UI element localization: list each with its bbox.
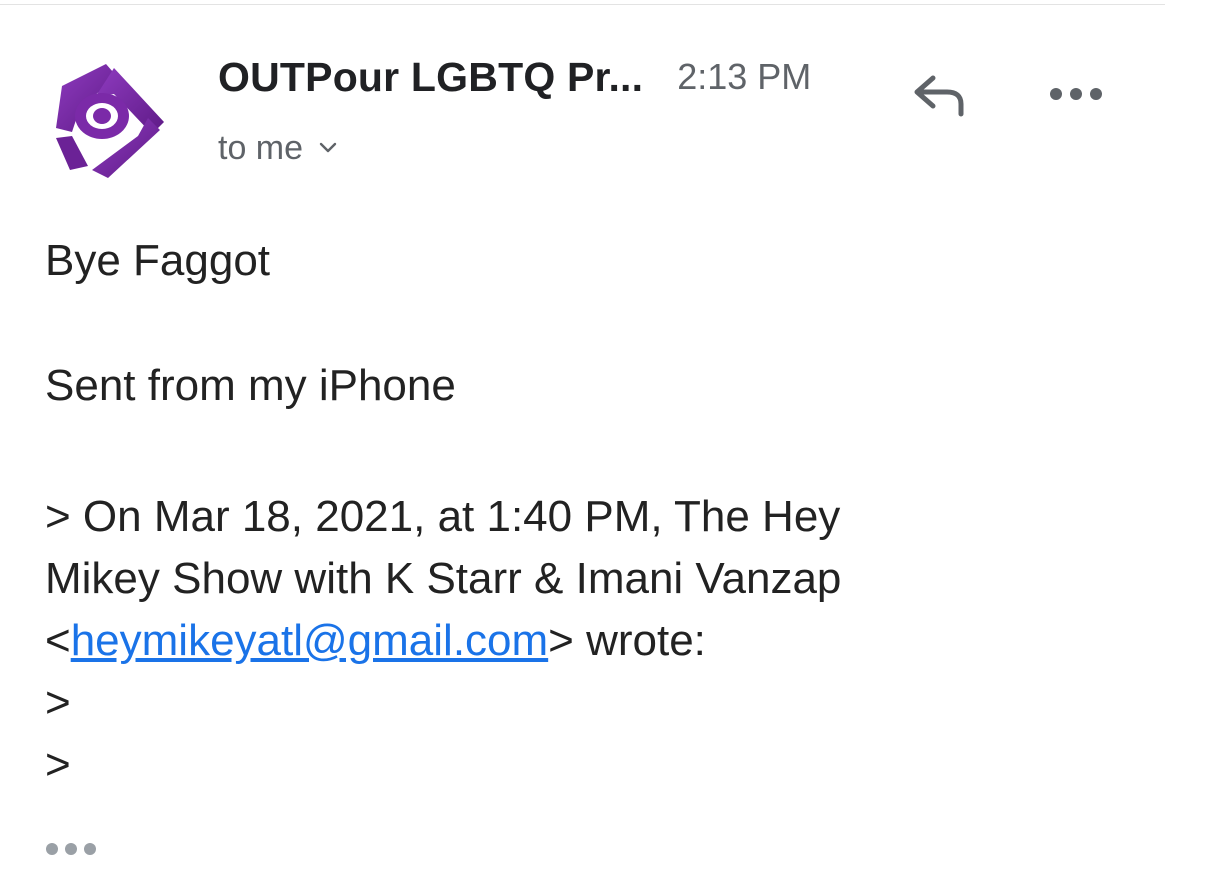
more-options-button[interactable] bbox=[1036, 66, 1116, 122]
quoted-message: > On Mar 18, 2021, at 1:40 PM, The Hey M… bbox=[45, 486, 841, 796]
reply-button[interactable] bbox=[900, 62, 976, 128]
quote-line: > On Mar 18, 2021, at 1:40 PM, The Hey bbox=[45, 492, 841, 541]
quote-prefix: < bbox=[45, 616, 71, 665]
more-options-icon bbox=[1050, 88, 1102, 100]
sender-avatar[interactable] bbox=[48, 58, 172, 182]
reply-arrow-icon bbox=[914, 75, 964, 117]
email-address-link[interactable]: heymikeyatl@gmail.com bbox=[71, 616, 548, 665]
quote-line: Mikey Show with K Starr & Imani Vanzap bbox=[45, 554, 842, 603]
quote-line: > bbox=[45, 678, 71, 727]
recipient-label: to me bbox=[218, 128, 304, 167]
show-trimmed-content-icon bbox=[46, 843, 96, 855]
message-body-line: Bye Faggot bbox=[45, 236, 271, 285]
show-trimmed-content-button[interactable] bbox=[44, 832, 110, 866]
top-divider bbox=[0, 4, 1165, 5]
logo-avatar-icon bbox=[56, 64, 164, 178]
quote-line: > bbox=[45, 740, 71, 789]
sender-name[interactable]: OUTPour LGBTQ Pr... bbox=[218, 54, 643, 101]
quote-line-with-email: <heymikeyatl@gmail.com> wrote: bbox=[45, 610, 841, 672]
quote-suffix: > wrote: bbox=[548, 616, 706, 665]
sent-time: 2:13 PM bbox=[677, 56, 812, 97]
sender-row: OUTPour LGBTQ Pr... 2:13 PM bbox=[218, 52, 811, 102]
chevron-down-icon bbox=[319, 142, 337, 153]
message-signature: Sent from my iPhone bbox=[45, 361, 456, 410]
recipient-details-toggle[interactable]: to me bbox=[218, 125, 339, 171]
